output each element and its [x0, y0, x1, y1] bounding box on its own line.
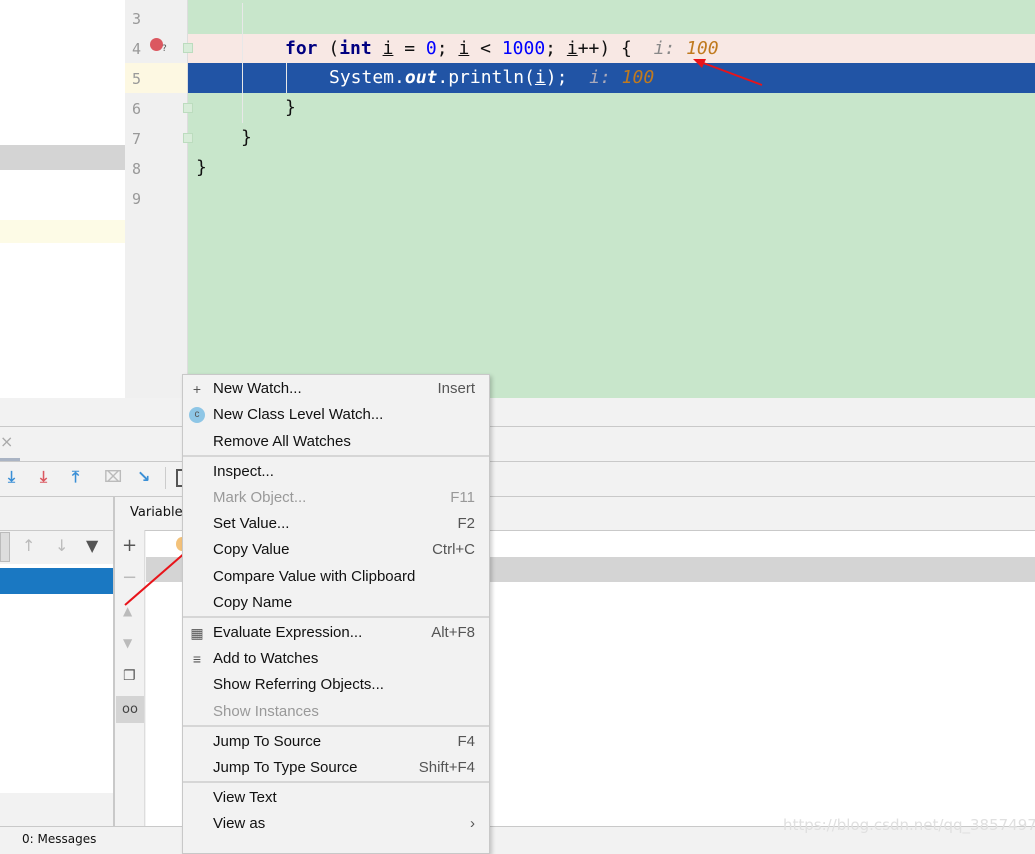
menu-item-label: Add to Watches: [213, 650, 319, 667]
next-frame-icon[interactable]: ↓: [55, 536, 68, 555]
code-line-6: }: [285, 97, 296, 118]
menu-item-label: Copy Name: [213, 594, 293, 611]
show-watches-icon[interactable]: oo: [116, 696, 144, 723]
code-line-8: }: [196, 157, 207, 178]
watermark: https://blog.csdn.net/qq_38574975: [783, 816, 1035, 834]
menu-item-mark-object[interactable]: Mark Object... F11: [183, 485, 489, 511]
menu-item-shortcut: F11: [450, 489, 475, 506]
menu-separator: [183, 781, 489, 783]
menu-item-show-instances[interactable]: Show Instances: [183, 699, 489, 725]
previous-frame-icon[interactable]: ↑: [22, 536, 35, 555]
fold-icon[interactable]: [183, 43, 193, 53]
line-number: 8: [132, 160, 142, 178]
menu-item-evaluate-expression[interactable]: ▦ Evaluate Expression... Alt+F8: [183, 620, 489, 646]
move-down-icon[interactable]: ▼: [123, 636, 132, 650]
drop-frame-icon[interactable]: ⌧: [104, 467, 122, 486]
menu-item-new-watch[interactable]: + New Watch... Insert: [183, 376, 489, 402]
menu-item-shortcut: Shift+F4: [418, 759, 475, 776]
menu-item-add-to-watches[interactable]: ≡ Add to Watches: [183, 646, 489, 672]
filter-icon[interactable]: ▼: [86, 536, 98, 555]
menu-separator: [183, 616, 489, 618]
menu-item-label: Set Value...: [213, 515, 290, 532]
annotation-arrow: [693, 59, 763, 86]
menu-item-label: Jump To Source: [213, 733, 322, 750]
step-out-icon[interactable]: ⤒: [72, 467, 79, 487]
fold-icon[interactable]: [183, 133, 193, 143]
menu-item-remove-all-watches[interactable]: Remove All Watches: [183, 429, 489, 455]
menu-separator: [183, 455, 489, 457]
line-number: 4: [132, 40, 142, 58]
project-selected-row[interactable]: [0, 145, 125, 170]
plus-icon: +: [192, 381, 202, 397]
thread-dropdown[interactable]: [0, 532, 10, 562]
menu-item-show-referring-objects[interactable]: Show Referring Objects...: [183, 672, 489, 698]
menu-separator: [183, 725, 489, 727]
menu-item-label: Show Instances: [213, 703, 319, 720]
menu-item-shortcut: Alt+F8: [431, 624, 475, 641]
duplicate-watch-icon[interactable]: ❐: [123, 668, 136, 684]
menu-item-new-class-level-watch[interactable]: c New Class Level Watch...: [183, 402, 489, 428]
menu-item-set-value[interactable]: Set Value... F2: [183, 511, 489, 537]
menu-item-inspect[interactable]: Inspect...: [183, 459, 489, 485]
line-number: 3: [132, 10, 142, 28]
menu-item-shortcut: F4: [457, 733, 475, 750]
menu-item-label: Mark Object...: [213, 489, 307, 506]
menu-item-view-as[interactable]: View as ›: [183, 811, 489, 837]
breakpoint-question-icon: ?: [162, 44, 167, 54]
line-number: 6: [132, 100, 142, 118]
project-highlight-row: [0, 220, 125, 243]
menu-item-label: View Text: [213, 789, 277, 806]
menu-item-shortcut: F2: [457, 515, 475, 532]
menu-item-view-text[interactable]: View Text: [183, 785, 489, 811]
context-menu: + New Watch... Insert c New Class Level Watc…: [182, 374, 490, 854]
add-watch-icon: ≡: [192, 651, 202, 667]
force-step-into-icon[interactable]: ⤓: [40, 467, 47, 487]
run-to-cursor-icon[interactable]: ↘: [137, 467, 150, 486]
menu-item-copy-value[interactable]: Copy Value Ctrl+C: [183, 537, 489, 563]
menu-item-copy-name[interactable]: Copy Name: [183, 590, 489, 616]
menu-item-compare-value-with-clipboard[interactable]: Compare Value with Clipboard: [183, 564, 489, 590]
menu-item-label: Show Referring Objects...: [213, 676, 384, 693]
menu-item-label: Inspect...: [213, 463, 274, 480]
line-number: 5: [132, 70, 142, 88]
code-line-7: }: [241, 127, 252, 148]
menu-item-label: Evaluate Expression...: [213, 624, 363, 641]
line-number: 9: [132, 190, 142, 208]
menu-item-label: Remove All Watches: [213, 433, 351, 450]
menu-item-shortcut: Insert: [437, 380, 475, 397]
menu-item-label: Compare Value with Clipboard: [213, 568, 416, 585]
variables-tab[interactable]: Variables: [130, 505, 189, 520]
messages-tab[interactable]: 0: Messages: [22, 832, 96, 846]
menu-item-shortcut: ›: [470, 815, 475, 832]
menu-item-label: New Class Level Watch...: [213, 406, 384, 423]
menu-item-shortcut: Ctrl+C: [432, 541, 475, 558]
editor-bottom-bar: [0, 398, 1035, 427]
menu-item-label: New Watch...: [213, 380, 302, 397]
menu-item-label: View as: [213, 815, 266, 832]
step-over-icon[interactable]: ⤓: [8, 467, 15, 487]
fold-icon[interactable]: [183, 103, 193, 113]
frames-list[interactable]: [0, 564, 113, 793]
calculator-icon: ▦: [190, 625, 204, 641]
line-number: 7: [132, 130, 142, 148]
menu-item-jump-to-type-source[interactable]: Jump To Type Source Shift+F4: [183, 755, 489, 781]
menu-item-jump-to-source[interactable]: Jump To Source F4: [183, 729, 489, 755]
code-line-5: System.out.println(i); i: 100: [329, 67, 655, 88]
code-line-4: for (int i = 0; i < 1000; i++) { i: 100: [285, 38, 719, 59]
close-tab-icon[interactable]: ×: [0, 432, 13, 451]
project-panel: [0, 0, 125, 427]
menu-item-label: Jump To Type Source: [213, 759, 358, 776]
class-watch-icon: c: [189, 407, 205, 423]
menu-item-label: Copy Value: [213, 541, 290, 558]
inline-value-label: i:: [653, 38, 687, 59]
selected-frame[interactable]: [0, 568, 113, 594]
